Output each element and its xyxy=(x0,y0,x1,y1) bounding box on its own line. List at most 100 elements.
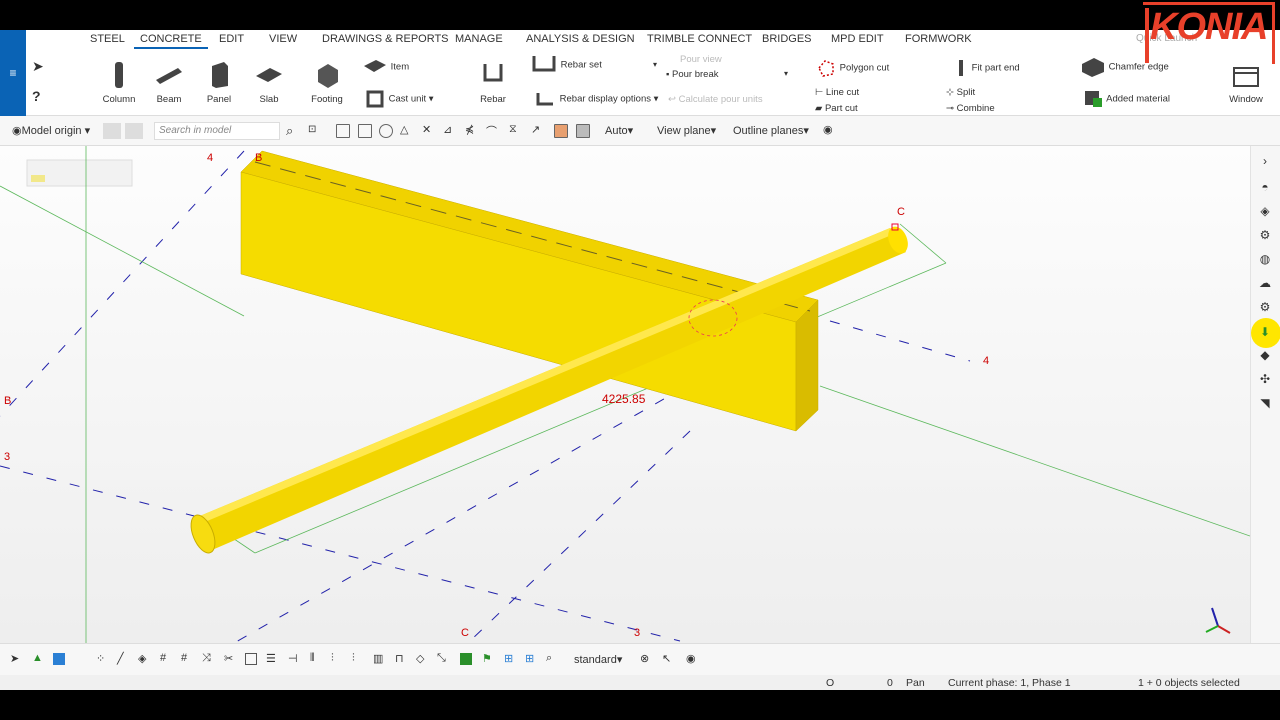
cloud-icon[interactable]: ☁ xyxy=(1258,276,1272,290)
rebar-set-dropdown-icon[interactable]: ▾ xyxy=(653,60,657,69)
select-cut-icon[interactable]: ✂ xyxy=(224,652,233,665)
cube-icon[interactable]: ◆ xyxy=(1258,348,1272,362)
panel-button[interactable]: Panel xyxy=(200,60,238,105)
help-icon[interactable]: ? xyxy=(32,88,41,104)
tab-drawings-reports[interactable]: DRAWINGS & REPORTS xyxy=(316,33,455,45)
app-menu-button[interactable]: ≡ xyxy=(0,30,26,116)
select-components-icon[interactable]: ⁘ xyxy=(96,652,105,665)
download-icon[interactable]: ⬇ xyxy=(1258,325,1272,339)
model-viewport[interactable]: 4 B C 4 B 3 C 3 4225.85 xyxy=(0,146,1250,643)
snap-square-icon[interactable] xyxy=(358,124,372,138)
pour-view-button[interactable]: Pour view xyxy=(680,54,722,65)
gear-settings-icon[interactable]: ⚙ xyxy=(1258,228,1272,242)
select-bolt-icon[interactable]: ⊣ xyxy=(288,652,298,665)
select-frame-icon[interactable] xyxy=(245,653,257,665)
part-cut-button[interactable]: ▰ Part cut xyxy=(815,103,858,114)
select-rebar-set-icon[interactable]: ⫶ xyxy=(331,652,334,665)
rebar-button[interactable]: Rebar xyxy=(476,60,510,105)
tag-icon[interactable]: ◥ xyxy=(1258,396,1272,410)
auto-dropdown[interactable]: Auto▾ xyxy=(605,124,633,137)
snap-arc-icon[interactable]: ⌒ xyxy=(486,123,497,139)
polygon-cut-button[interactable]: Polygon cut xyxy=(815,58,889,78)
model-origin-dropdown[interactable]: ◉Model origin ▾ xyxy=(12,124,90,137)
select-pour-icon[interactable] xyxy=(460,653,472,665)
status-phase[interactable]: Current phase: 1, Phase 1 xyxy=(948,677,1071,689)
delete-workplane-icon[interactable] xyxy=(125,123,143,139)
view-plane-dropdown[interactable]: View plane▾ xyxy=(657,124,716,137)
snap-settings-icon[interactable]: ⊗ xyxy=(640,652,649,665)
tab-mpd-edit[interactable]: MPD EDIT xyxy=(825,33,890,45)
select-mesh-icon[interactable]: ▥ xyxy=(373,652,383,665)
search-input[interactable]: Search in model xyxy=(154,122,280,140)
select-arrow-icon[interactable]: ➤ xyxy=(32,58,44,75)
combine-button[interactable]: ⊸ Combine xyxy=(946,103,995,114)
snap-circle-icon[interactable] xyxy=(379,124,393,138)
cast-unit-button[interactable]: Cast unit ▾ xyxy=(366,90,434,108)
views-icon[interactable]: ◈ xyxy=(1258,204,1272,218)
zoom-icon[interactable]: ⌕ xyxy=(546,652,552,665)
tab-view[interactable]: VIEW xyxy=(263,33,303,45)
select-rebar-group-icon[interactable]: ⫶ xyxy=(352,652,355,665)
select-assembly-icon[interactable]: ▲ xyxy=(32,652,43,664)
globe-icon[interactable]: ◍ xyxy=(1258,252,1272,266)
snap-extension-icon[interactable]: ⋠ xyxy=(465,123,474,136)
rebar-set-button[interactable]: Rebar set xyxy=(530,54,602,76)
snap-override-icon[interactable] xyxy=(576,124,590,138)
snap-midpoint-icon[interactable]: ⧖ xyxy=(509,123,517,136)
pour-dropdown-icon[interactable]: ▾ xyxy=(784,69,788,78)
select-gridline-icon[interactable]: # xyxy=(181,652,187,664)
zoom-search-icon[interactable]: ⊡ xyxy=(308,124,316,135)
calculate-pour-units-button[interactable]: ↩ Calculate pour units xyxy=(668,94,763,105)
line-cut-button[interactable]: ⊢ Line cut xyxy=(815,87,859,98)
select-measure-icon[interactable]: ⤡ xyxy=(437,652,446,665)
settings-icon[interactable]: ⚙ xyxy=(1258,300,1272,314)
window-button[interactable]: Window xyxy=(1226,66,1266,105)
split-button[interactable]: ⊹ Split xyxy=(946,87,975,98)
fit-part-end-button[interactable]: Fit part end xyxy=(955,58,1020,78)
tab-trimble-connect[interactable]: TRIMBLE CONNECT xyxy=(641,33,758,45)
footing-button[interactable]: Footing xyxy=(308,60,346,105)
select-line-icon[interactable]: ╱ xyxy=(117,652,124,665)
snap-part-icon[interactable] xyxy=(554,124,568,138)
slab-button[interactable]: Slab xyxy=(250,60,288,105)
beam-button[interactable]: Beam xyxy=(150,60,188,105)
snap-box-icon[interactable] xyxy=(336,124,350,138)
snap-line-icon[interactable]: ↗ xyxy=(531,123,540,136)
view-eye-icon[interactable]: ◉ xyxy=(686,652,696,665)
item-button[interactable]: Item xyxy=(362,58,409,76)
snap-cross-icon[interactable]: ✕ xyxy=(422,123,431,136)
select-surface-icon[interactable]: ⊓ xyxy=(395,652,404,665)
outline-planes-dropdown[interactable]: Outline planes▾ xyxy=(733,124,809,137)
snap-triangle-icon[interactable]: △ xyxy=(400,123,408,136)
pointer-settings-icon[interactable]: ↖ xyxy=(662,652,671,665)
representation-dropdown[interactable]: standard▾ xyxy=(574,653,622,666)
select-reference-icon[interactable]: ☰ xyxy=(266,652,276,665)
object-properties-icon[interactable]: ◓ xyxy=(1258,180,1272,194)
select-weld-icon[interactable]: ⤨ xyxy=(202,652,211,665)
chamfer-edge-button[interactable]: Chamfer edge xyxy=(1080,56,1169,78)
select-layers-icon[interactable]: ◇ xyxy=(416,652,424,665)
tab-edit[interactable]: EDIT xyxy=(213,33,250,45)
tab-bridges[interactable]: BRIDGES xyxy=(756,33,818,45)
snap-perpendicular-icon[interactable]: ⊿ xyxy=(443,123,452,136)
select-cube-icon[interactable]: ◈ xyxy=(138,652,146,665)
select-filter-2-icon[interactable]: ⊞ xyxy=(525,652,534,665)
rebar-display-options-button[interactable]: Rebar display options ▾ xyxy=(535,90,658,108)
add-workplane-icon[interactable] xyxy=(103,123,121,139)
search-icon[interactable]: ⌕ xyxy=(286,123,293,139)
tab-analysis-design[interactable]: ANALYSIS & DESIGN xyxy=(520,33,641,45)
tab-formwork[interactable]: FORMWORK xyxy=(899,33,978,45)
column-button[interactable]: Column xyxy=(100,60,138,105)
visibility-eye-icon[interactable]: ◉ xyxy=(823,123,833,136)
select-rebar-icon[interactable]: ⫴ xyxy=(310,652,315,665)
pour-break-button[interactable]: ▪ Pour break xyxy=(666,69,719,80)
tab-concrete[interactable]: CONCRETE xyxy=(134,33,208,49)
select-filter-icon[interactable]: ⊞ xyxy=(504,652,513,665)
added-material-button[interactable]: Added material xyxy=(1084,90,1170,108)
select-grid-icon[interactable]: # xyxy=(160,652,166,664)
select-icon[interactable]: ➤ xyxy=(10,652,19,665)
select-pour-break-icon[interactable]: ⚑ xyxy=(482,652,492,665)
tab-steel[interactable]: STEEL xyxy=(84,33,131,45)
select-part-icon[interactable] xyxy=(53,653,65,665)
tab-manage[interactable]: MANAGE xyxy=(449,33,509,45)
